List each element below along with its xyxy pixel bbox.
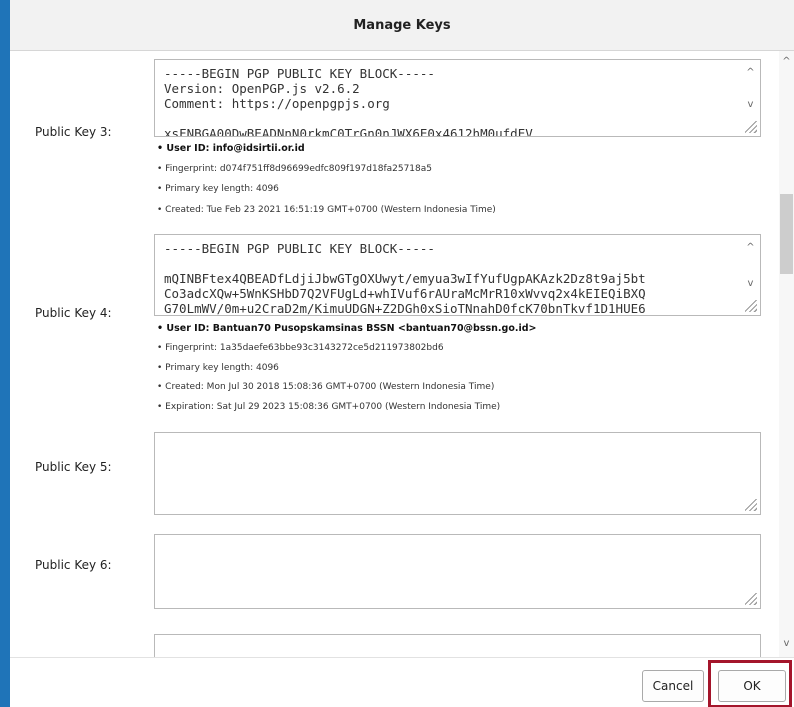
- public-key-4-user-id: • User ID: Bantuan70 Pusopskamsinas BSSN…: [157, 323, 537, 334]
- chevron-up-icon[interactable]: ^: [746, 243, 755, 253]
- public-key-4-expiration: • Expiration: Sat Jul 29 2023 15:08:36 G…: [157, 402, 501, 412]
- public-key-6-label: Public Key 6:: [35, 558, 112, 572]
- public-key-3-user-id: • User ID: info@idsirtii.or.id: [157, 143, 305, 154]
- cancel-button[interactable]: Cancel: [642, 670, 704, 702]
- public-key-4-label: Public Key 4:: [35, 306, 112, 320]
- public-key-5-label: Public Key 5:: [35, 460, 112, 474]
- dialog-titlebar: Manage Keys: [10, 0, 794, 51]
- keys-scroll-area[interactable]: Public Key 3: -----BEGIN PGP PUBLIC KEY …: [10, 51, 794, 657]
- public-key-4-textarea[interactable]: -----BEGIN PGP PUBLIC KEY BLOCK----- mQI…: [154, 234, 761, 316]
- resize-grip-icon[interactable]: [745, 121, 757, 133]
- chevron-down-icon[interactable]: v: [746, 279, 755, 289]
- main-scrollbar-thumb[interactable]: [780, 194, 793, 274]
- resize-grip-icon[interactable]: [745, 499, 757, 511]
- public-key-3-key-length: • Primary key length: 4096: [157, 184, 279, 194]
- chevron-up-icon[interactable]: ^: [782, 57, 791, 67]
- public-key-3-label: Public Key 3:: [35, 125, 112, 139]
- resize-grip-icon[interactable]: [745, 300, 757, 312]
- public-key-6-textarea[interactable]: [154, 534, 761, 609]
- dialog-title: Manage Keys: [353, 17, 451, 33]
- dialog-footer: Cancel OK: [10, 657, 794, 707]
- main-scrollbar[interactable]: ^ v: [779, 51, 794, 657]
- chevron-down-icon[interactable]: v: [782, 639, 791, 649]
- public-key-3-text: -----BEGIN PGP PUBLIC KEY BLOCK----- Ver…: [164, 66, 533, 137]
- public-key-4-fingerprint: • Fingerprint: 1a35daefe63bbe93c3143272c…: [157, 343, 444, 353]
- public-key-5-textarea[interactable]: [154, 432, 761, 515]
- public-key-3-created: • Created: Tue Feb 23 2021 16:51:19 GMT+…: [157, 205, 496, 215]
- public-key-4-created: • Created: Mon Jul 30 2018 15:08:36 GMT+…: [157, 382, 495, 392]
- chevron-down-icon[interactable]: v: [746, 100, 755, 110]
- ok-button-highlight: [708, 660, 792, 707]
- resize-grip-icon[interactable]: [745, 593, 757, 605]
- public-key-7-textarea[interactable]: [154, 634, 761, 657]
- public-key-4-text: -----BEGIN PGP PUBLIC KEY BLOCK----- mQI…: [164, 241, 646, 316]
- public-key-3-textarea[interactable]: -----BEGIN PGP PUBLIC KEY BLOCK----- Ver…: [154, 59, 761, 137]
- public-key-4-key-length: • Primary key length: 4096: [157, 363, 279, 373]
- chevron-up-icon[interactable]: ^: [746, 68, 755, 78]
- public-key-3-fingerprint: • Fingerprint: d074f751ff8d96699edfc809f…: [157, 164, 433, 174]
- manage-keys-dialog: Manage Keys Public Key 3: -----BEGIN PGP…: [10, 0, 794, 707]
